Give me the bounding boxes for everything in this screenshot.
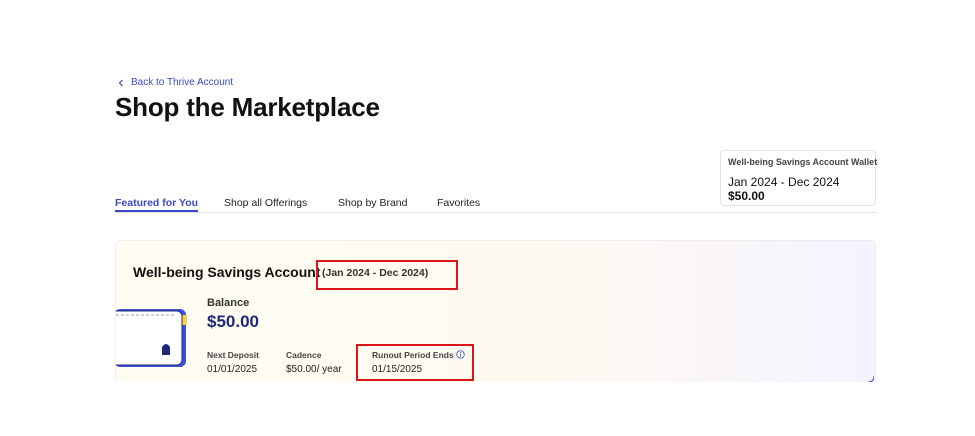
next-deposit-value: 01/01/2025 [207, 364, 258, 375]
back-link-label: Back to Thrive Account [131, 77, 234, 88]
chevron-left-icon [118, 79, 123, 86]
wallet-card-illustration [116, 309, 187, 367]
runout-highlight-box [356, 344, 474, 381]
balance-value: $50.00 [207, 312, 259, 331]
tab-shop-by-brand[interactable]: Shop by Brand [338, 197, 407, 210]
wallet-title: Well-being Savings Account Wallet [728, 157, 878, 167]
cadence-label: Cadence [286, 350, 322, 360]
period-highlight-box [316, 260, 458, 290]
balance-label: Balance [207, 297, 250, 309]
next-deposit-label: Next Deposit [207, 350, 259, 360]
back-to-thrive-account-link[interactable]: Back to Thrive Account [117, 77, 233, 88]
savings-account-panel: Well-being Savings Account (Jan 2024 - D… [115, 240, 876, 382]
marketplace-tabs: Featured for You Shop all Offerings Shop… [115, 197, 876, 213]
tab-shop-all-offerings[interactable]: Shop all Offerings [224, 197, 307, 210]
tab-favorites[interactable]: Favorites [437, 197, 480, 210]
corner-arc-icon [868, 376, 874, 382]
wallet-period: Jan 2024 - Dec 2024 [728, 175, 840, 189]
page-title: Shop the Marketplace [115, 92, 380, 122]
cadence-value: $50.00/ year [286, 364, 342, 375]
tab-featured-for-you[interactable]: Featured for You [115, 197, 199, 212]
account-title: Well-being Savings Account [133, 264, 321, 280]
